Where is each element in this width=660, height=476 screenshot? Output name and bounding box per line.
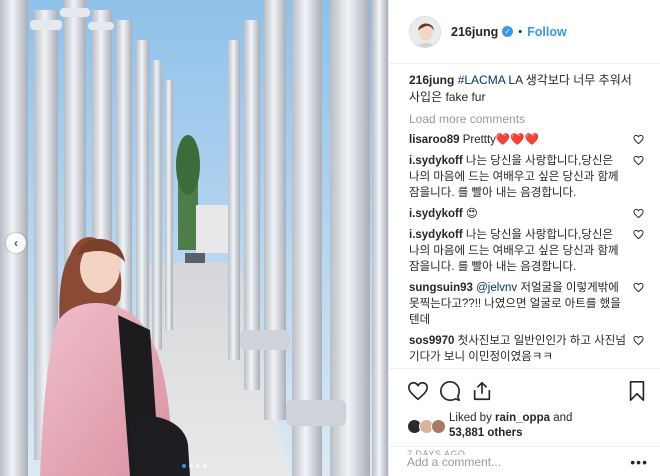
caption-hashtag[interactable]: #LACMA	[458, 73, 505, 87]
comment-like-icon[interactable]	[633, 282, 644, 293]
comment-text: Prettty❤️❤️❤️	[462, 134, 539, 146]
more-options-icon[interactable]: •••	[630, 454, 648, 470]
comment-mention[interactable]: @jelvnv	[476, 282, 517, 294]
carousel-dot	[195, 464, 200, 468]
likes-summary: Liked by rain_oppa and 53,881 others	[407, 411, 648, 441]
header-username[interactable]: 216jung	[451, 25, 498, 39]
liker-avatars	[407, 418, 446, 434]
comment-username[interactable]: sos9970	[409, 335, 454, 347]
header-separator: •	[518, 25, 523, 38]
likes-prefix: Liked by	[449, 412, 492, 424]
post-photo[interactable]: ‹	[0, 0, 388, 476]
carousel-indicator	[0, 464, 388, 468]
liker-avatar[interactable]	[431, 418, 446, 434]
comment-username[interactable]: sungsuin93	[409, 282, 473, 294]
comments-list: 216jung #LACMA LA 생각보다 너무 추워서 사입은 fake f…	[389, 64, 660, 368]
comment-item: sungsuin93 @jelvnv 저얼굴을 이렇게밖에못찍는다고??!! 나…	[409, 280, 644, 328]
bookmark-icon[interactable]	[626, 380, 648, 402]
comment-icon[interactable]	[439, 380, 461, 402]
post-sidebar: 216jung ✓ • Follow 216jung #LACMA LA 생각보…	[388, 0, 660, 476]
avatar[interactable]	[409, 15, 441, 48]
comment-like-icon[interactable]	[633, 335, 644, 346]
comment-input[interactable]	[407, 454, 631, 469]
comment-like-icon[interactable]	[633, 229, 644, 240]
carousel-prev-button[interactable]: ‹	[6, 233, 26, 253]
avatar-image	[410, 16, 440, 47]
comment-item: lisaroo89 Prettty❤️❤️❤️	[409, 132, 644, 148]
likes-joiner: and	[553, 412, 573, 424]
comment-like-icon[interactable]	[633, 134, 644, 145]
comment-username[interactable]: lisaroo89	[409, 134, 460, 146]
comment-text: 😍	[465, 208, 478, 220]
post-header: 216jung ✓ • Follow	[389, 0, 660, 64]
heart-icon[interactable]	[407, 380, 429, 402]
comment-item: i.sydykoff 나는 당신을 사랑합니다,당신은 나의 마음에 드는 여배…	[409, 153, 644, 201]
comment-container: lisaroo89 Prettty❤️❤️❤️ i.sydykoff 나는 당신을…	[409, 132, 644, 368]
comment-like-icon[interactable]	[633, 155, 644, 166]
comment-item: sos9970 첫사진보고 일반인인가 하고 사진넘기다가 보니 이민정이였음ㅋ…	[409, 333, 644, 365]
chevron-left-icon: ‹	[14, 236, 18, 250]
post-modal: ‹ 216jung ✓ • Follow 216jung #LACMA LA 생…	[0, 0, 660, 476]
carousel-dot	[181, 464, 186, 468]
comment-username[interactable]: i.sydykoff	[409, 155, 463, 167]
comment-username[interactable]: i.sydykoff	[409, 229, 463, 241]
post-caption: 216jung #LACMA LA 생각보다 너무 추워서 사입은 fake f…	[409, 72, 644, 106]
comment-username[interactable]: i.sydykoff	[409, 208, 463, 220]
caption-username[interactable]: 216jung	[409, 73, 454, 87]
likes-count[interactable]: 53,881 others	[449, 427, 523, 439]
action-icons	[407, 377, 648, 405]
share-icon[interactable]	[471, 380, 493, 402]
comment-like-icon[interactable]	[633, 208, 644, 219]
liker-username[interactable]: rain_oppa	[495, 412, 550, 424]
carousel-dot	[202, 464, 207, 468]
verified-icon: ✓	[502, 26, 514, 37]
add-comment-bar: •••	[389, 446, 660, 476]
photo-image	[0, 0, 388, 476]
carousel-dot	[188, 464, 193, 468]
follow-button[interactable]: Follow	[527, 25, 567, 39]
load-more-comments-button[interactable]: Load more comments	[409, 112, 644, 126]
comment-item: i.sydykoff 나는 당신을 사랑합니다,당신은 나의 마음에 드는 여배…	[409, 227, 644, 275]
comment-item: i.sydykoff 😍	[409, 206, 644, 222]
likes-text: Liked by rain_oppa and 53,881 others	[449, 411, 572, 441]
